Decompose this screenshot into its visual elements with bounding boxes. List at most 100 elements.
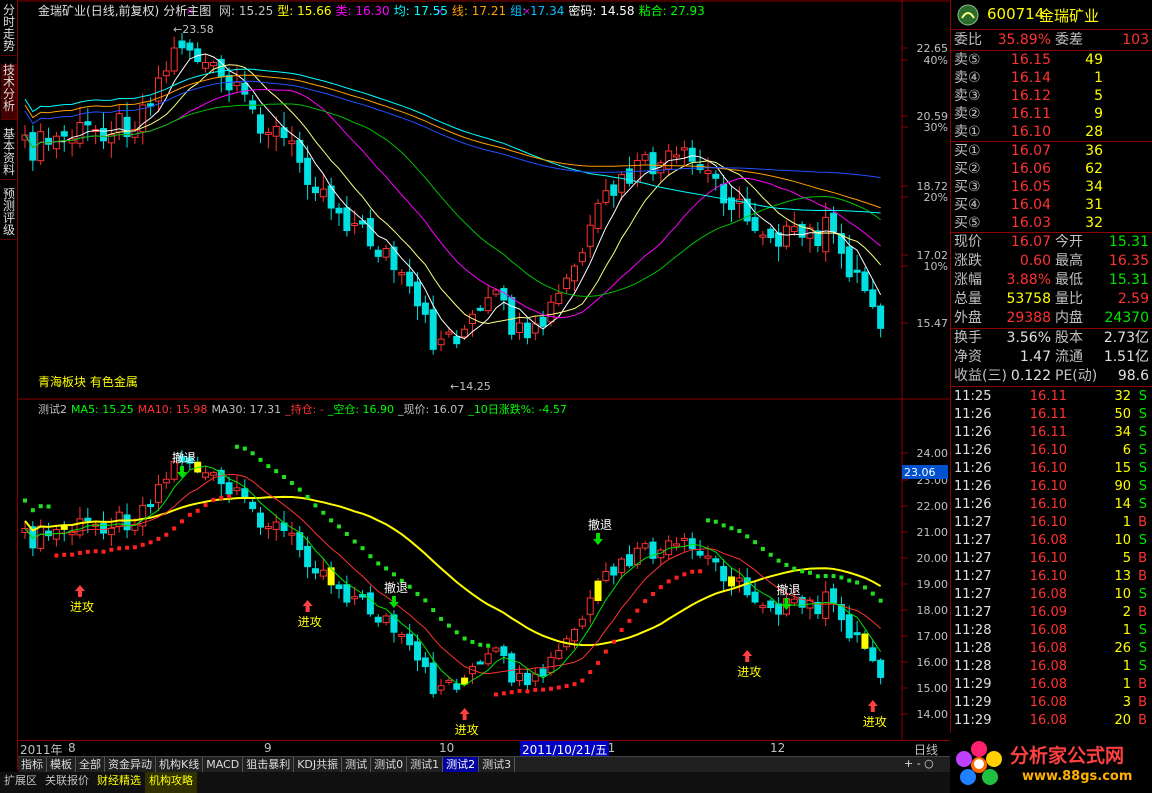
sar-dot [156,536,161,541]
fund-label-2: 流通 [1055,349,1083,365]
time-axis-label-3: 10 [439,741,455,755]
sar-dot [525,689,530,694]
header-indicator-5: 组: 17.34 [510,4,565,18]
sar-dot [242,446,247,451]
bottom-tab-0[interactable]: 扩展区 [0,772,41,793]
indicator-tab-7[interactable]: KDJ共振 [294,757,343,772]
sub-candle-body [272,521,280,530]
indicator-tab-10[interactable]: 测试1 [407,757,444,772]
indicator-tab-8[interactable]: 测试 [342,757,372,772]
candle-body [186,42,194,51]
time-axis-label-1: 8 [68,741,76,755]
indicator-tab-6[interactable]: 狙击暴利 [243,757,295,772]
fund-row: 净资 1.47 流通 1.51亿 [951,348,1152,367]
sar-dot [187,512,192,517]
retreat-label: 撤退 [776,582,800,597]
candle-body [845,246,853,278]
sar-dot [101,549,106,554]
left-tab-bar: 分时走势 技术分析 基本资料 预测评级 [0,0,18,770]
tick-row: 11:29 16.08 20 B [951,712,1152,730]
candle-body [586,224,594,247]
sub-candle-body [767,600,775,609]
header-indicator-2: 类: 16.30 [335,4,390,18]
candle-body [641,154,649,161]
tick-price: 16.11 [1029,407,1067,422]
candle-body [680,147,688,151]
indicator-tab-12[interactable]: 测试3 [479,757,516,772]
sar-dot [337,524,341,529]
sar-dot [839,575,844,580]
indicator-tab-11[interactable]: 测试2 [443,757,480,772]
sar-dot [462,636,467,641]
tick-volume: 1 [1122,515,1131,530]
indicator-value-3: MA30: 17.31 [211,403,282,416]
bottom-tab-1[interactable]: 关联报价 [41,772,93,793]
tick-row: 11:28 16.08 1 S [951,658,1152,676]
indicator-tab-0[interactable]: 指标 [18,757,47,772]
candle-body [822,216,830,253]
main-axis-label: 40% [924,54,948,67]
sar-dot [792,566,797,571]
stat-label-2: 量比 [1055,291,1083,307]
chart-area[interactable]: 22.65 40% 20.59 30% 18.72 20% 17.02 10% 15.47 24.… [18,0,950,740]
tab-intraday[interactable]: 分时走势 [1,4,17,56]
sub-candle-body [123,514,131,531]
stat-value-2: 24370 [1104,310,1149,326]
bottom-tab-3[interactable]: 机构攻略 [145,772,197,793]
sub-candle-body [877,659,885,678]
candle-body [178,40,186,49]
sub-candle-body [790,598,798,604]
candle-body [484,297,492,312]
candle-body [123,116,131,138]
tick-row: 11:27 16.08 10 S [951,532,1152,550]
tick-price: 16.08 [1029,623,1067,638]
sub-candle-body [233,487,241,492]
sar-dot [494,692,498,697]
sar-dot [38,504,43,509]
sub-candle-body [76,518,84,536]
sub-candle-body [343,584,351,603]
sar-dot [117,546,122,551]
tick-time: 11:28 [954,659,992,674]
kline-chart[interactable]: 22.6540%20.5930%18.7220%17.0210%15.4724.… [18,0,950,740]
candle-body [257,114,264,134]
sub-candle-body [610,566,618,576]
sar-dot [352,539,357,544]
sub-candle-body [209,472,217,476]
stat-row: 外盘 29388 内盘 24370 [951,309,1152,328]
ask-volume: 9 [1094,106,1103,122]
indicator-tab-3[interactable]: 资金异动 [105,757,156,772]
tick-row: 11:27 16.09 2 B [951,604,1152,622]
indicator-tab-5[interactable]: MACD [203,757,244,772]
indicator-tab-9[interactable]: 测试0 [371,757,408,772]
ask-price: 16.10 [1010,124,1051,140]
tick-time: 11:29 [954,695,992,710]
tab-ratings[interactable]: 预测评级 [1,188,17,240]
sub-candle-body [335,584,343,590]
ask-row: 卖② 16.11 9 [951,105,1152,124]
candle-body [202,62,210,69]
indicator-tab-1[interactable]: 模板 [47,757,76,772]
sub-candle-body [673,543,681,547]
flower-logo-icon [956,741,1002,785]
sub-axis-label: 15.00 [917,682,949,695]
sub-candle-body [704,555,712,559]
indicator-tab-4[interactable]: 机构K线 [156,757,204,772]
sub-candle-body [390,614,398,633]
tick-price: 16.10 [1029,461,1067,476]
tab-technical[interactable]: 技术分析 [1,64,17,120]
zoom-controls[interactable]: + - ○ [904,757,934,770]
bottom-tab-2[interactable]: 财经精选 [93,772,145,793]
sub-candle-body [523,672,531,686]
tick-side: S [1138,425,1147,440]
tab-fundamentals[interactable]: 基本资料 [1,128,17,180]
candle-body [602,190,610,203]
sar-dot [478,642,483,647]
sar-dot [289,481,294,486]
candle-body [837,233,845,254]
fund-value: 1.47 [1019,349,1051,365]
sar-dot [603,649,608,654]
sar-dot [376,561,381,566]
indicator-tab-2[interactable]: 全部 [76,757,105,772]
sar-dot [611,639,616,644]
